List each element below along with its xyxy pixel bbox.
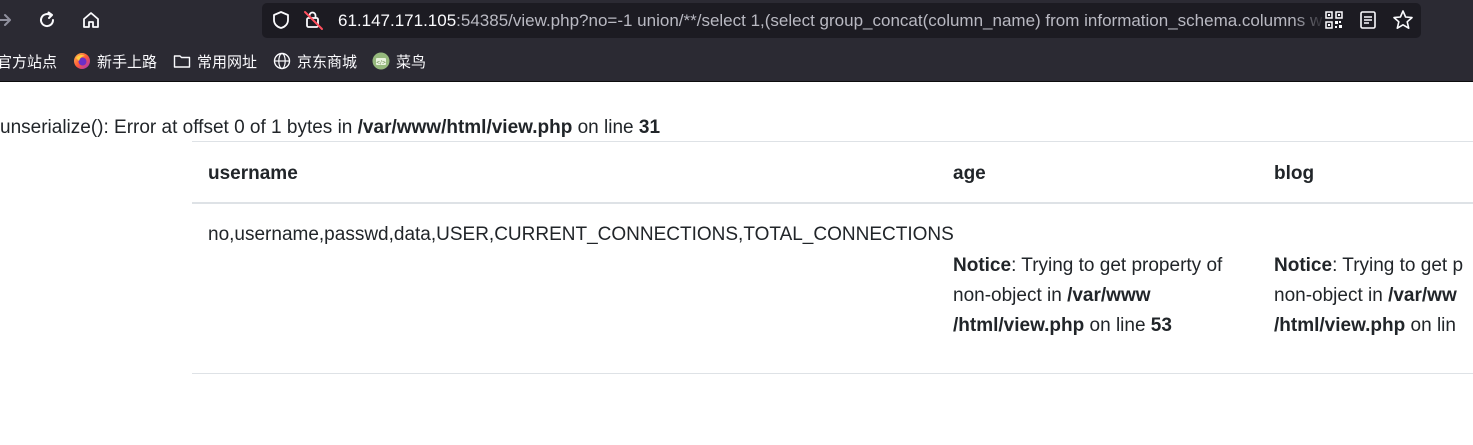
notice-path-2: /html/view.php (1274, 315, 1406, 336)
bookmark-label: 菜鸟 (396, 53, 427, 71)
tracking-protection-button[interactable] (270, 9, 292, 31)
globe-icon (273, 52, 291, 70)
notice-path-1: /var/ww (1388, 285, 1457, 306)
php-warning: unserialize(): Error at offset 0 of 1 by… (0, 116, 660, 140)
column-header-username: username (208, 163, 298, 184)
reader-view-icon (1360, 11, 1376, 29)
qr-code-button[interactable] (1323, 9, 1345, 31)
bookmark-star-button[interactable] (1392, 9, 1414, 31)
lock-warning-icon (304, 11, 323, 30)
notice-path-2: /html/view.php (953, 315, 1085, 336)
notice-text: : Trying to get p (1332, 255, 1464, 276)
bookmark-label: 京东商城 (297, 53, 358, 71)
cell-username: no,username,passwd,data,USER,CURRENT_CON… (208, 224, 954, 245)
column-header-blog: blog (1274, 163, 1315, 184)
warning-file: /var/www/html/view.php (357, 117, 573, 138)
warning-message: unserialize(): Error at offset 0 of 1 by… (0, 117, 358, 138)
star-icon (1393, 10, 1413, 29)
svg-text:</>: </> (376, 60, 386, 66)
table-top-border (192, 141, 1473, 142)
arrow-right-icon (0, 14, 11, 26)
url-fade (1292, 3, 1326, 38)
bookmark-label: 新手上路 (97, 53, 158, 71)
bookmark-folder-common-sites[interactable]: 常用网址 (173, 41, 257, 81)
bookmark-label: 常用网址 (197, 53, 258, 71)
site-security-button[interactable] (303, 9, 325, 31)
url-text[interactable]: 61.147.171.105:54385/view.php?no=-1 unio… (338, 3, 1323, 38)
warning-on-line: on line (572, 117, 639, 138)
cell-age-notice: Notice: Trying to get property of non-ob… (953, 251, 1253, 341)
table-bottom-border (192, 373, 1473, 374)
reload-button[interactable] (35, 8, 59, 32)
home-button[interactable] (79, 8, 103, 32)
url-path: :54385/view.php?no=-1 union/**/select 1,… (456, 11, 1323, 30)
address-bar[interactable]: 61.147.171.105:54385/view.php?no=-1 unio… (262, 3, 1421, 38)
forward-button[interactable] (0, 8, 16, 32)
bookmark-jd-mall[interactable]: 京东商城 (273, 41, 357, 81)
firefox-icon (73, 52, 91, 70)
notice-path-1: /var/www (1067, 285, 1151, 306)
shield-icon (273, 11, 289, 29)
notice-on-line: on lin (1405, 315, 1456, 336)
notice-label: Notice (953, 255, 1012, 276)
runoob-icon: </> (372, 52, 390, 70)
browser-toolbar: 61.147.171.105:54385/view.php?no=-1 unio… (0, 0, 1473, 41)
url-host: 61.147.171.105 (338, 11, 457, 30)
reader-view-button[interactable] (1357, 9, 1379, 31)
notice-text-2: non-object in (953, 285, 1068, 306)
qr-code-icon (1325, 11, 1343, 29)
notice-on-line: on line (1084, 315, 1151, 336)
notice-label: Notice (1274, 255, 1333, 276)
bookmarks-toolbar: 官方站点 新手上路 常用网址 京东商城 </> 菜鸟 (0, 41, 1473, 82)
bookmark-runoob[interactable]: </> 菜鸟 (372, 41, 426, 81)
page-content: unserialize(): Error at offset 0 of 1 by… (0, 82, 1473, 445)
folder-icon (173, 52, 191, 70)
bookmark-official-site[interactable]: 官方站点 (0, 41, 57, 81)
column-header-age: age (953, 163, 986, 184)
cell-blog-notice: Notice: Trying to get p non-object in /v… (1274, 251, 1473, 341)
warning-line-number: 31 (638, 117, 661, 138)
reload-icon (40, 11, 55, 28)
notice-line-number: 53 (1150, 315, 1172, 336)
bookmark-label: 官方站点 (0, 53, 58, 71)
notice-text: : Trying to get property of (1011, 255, 1223, 276)
home-icon (83, 12, 99, 28)
bookmark-getting-started[interactable]: 新手上路 (73, 41, 157, 81)
notice-text-2: non-object in (1274, 285, 1389, 306)
table-header-border (192, 202, 1473, 204)
